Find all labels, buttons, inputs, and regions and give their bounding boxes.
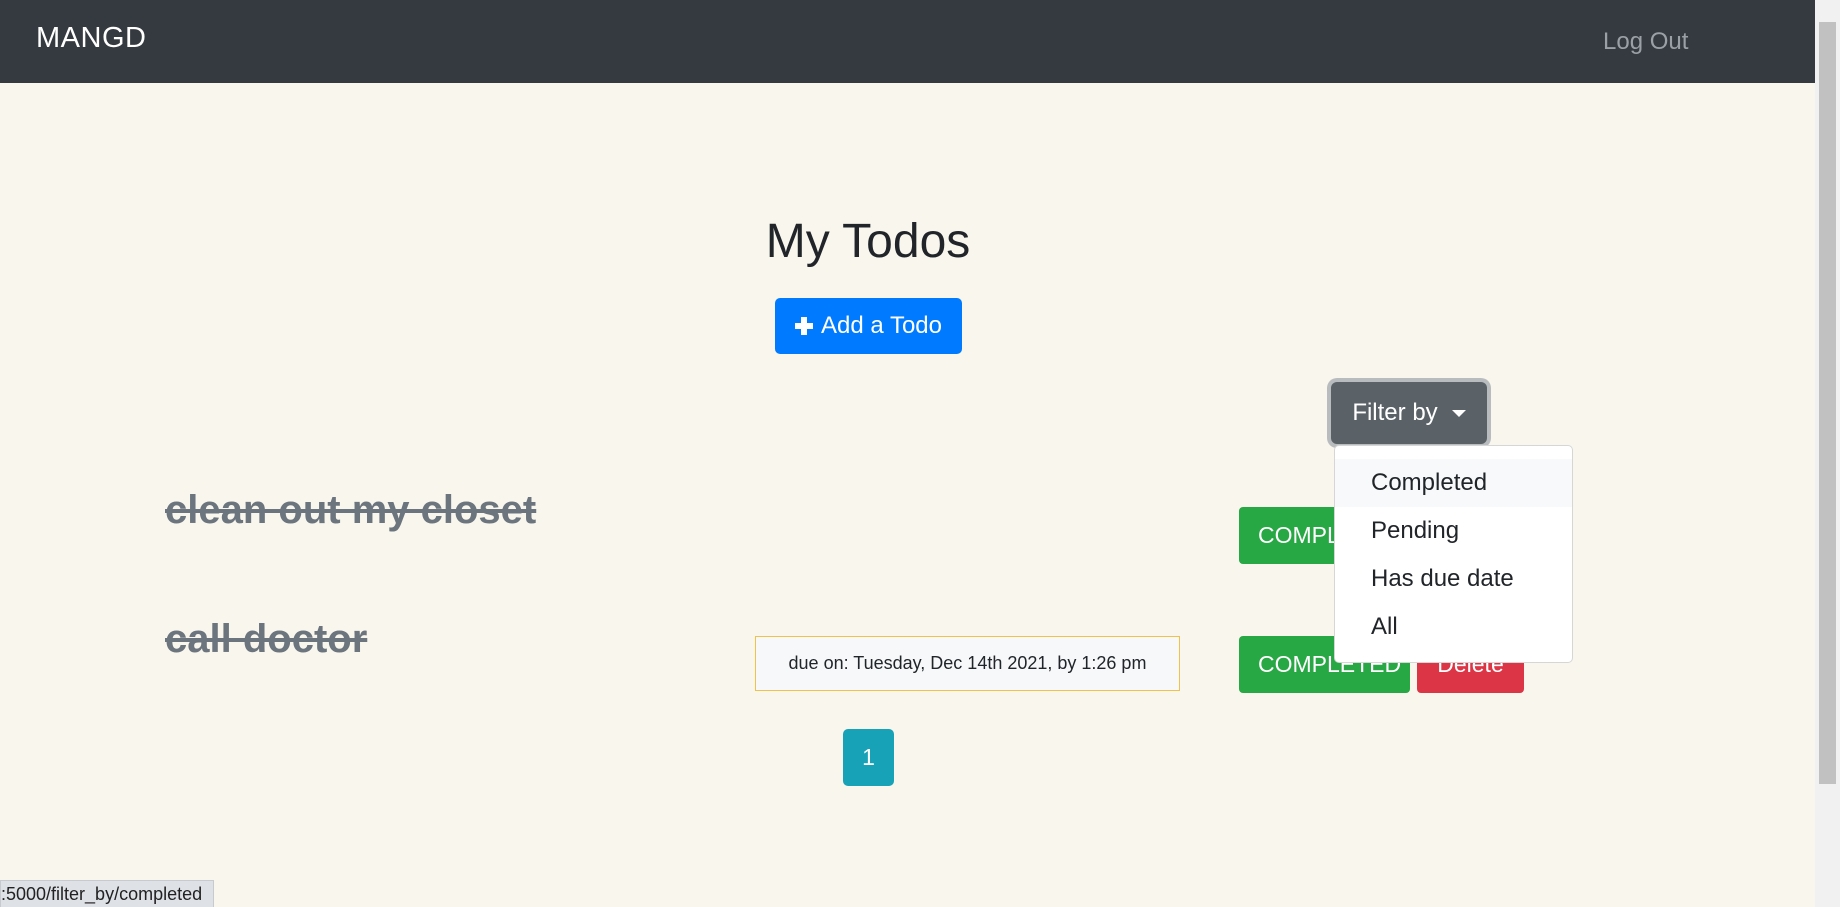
todo-text: clean out my closet — [165, 488, 537, 532]
page: MANGD Log Out My Todos Add a Todo clean … — [0, 0, 1840, 907]
scrollbar[interactable] — [1815, 0, 1840, 907]
todo-text: call doctor — [165, 617, 368, 661]
pagination-page-button[interactable]: 1 — [843, 729, 894, 786]
status-bar-url: :5000/filter_by/completed — [0, 880, 214, 907]
caret-down-icon — [1451, 409, 1466, 417]
navbar: MANGD Log Out — [0, 0, 1815, 83]
add-todo-button[interactable]: Add a Todo — [775, 298, 962, 354]
filter-option-has-due-date[interactable]: Has due date — [1335, 555, 1572, 603]
plus-icon — [795, 317, 813, 335]
filter-option-pending[interactable]: Pending — [1335, 507, 1572, 555]
logout-link[interactable]: Log Out — [1603, 28, 1688, 56]
add-todo-label: Add a Todo — [821, 312, 942, 339]
filter-option-completed[interactable]: Completed — [1335, 459, 1572, 507]
filter-option-all[interactable]: All — [1335, 603, 1572, 651]
scrollbar-thumb[interactable] — [1819, 22, 1836, 784]
filter-label: Filter by — [1352, 399, 1438, 426]
filter-dropdown-menu: Completed Pending Has due date All — [1334, 445, 1573, 663]
due-date-badge: due on: Tuesday, Dec 14th 2021, by 1:26 … — [755, 636, 1180, 691]
brand-logo[interactable]: MANGD — [36, 22, 146, 55]
filter-dropdown-button[interactable]: Filter by — [1331, 382, 1487, 444]
completed-button[interactable]: COMPLETED — [1239, 507, 1339, 564]
page-title: My Todos — [765, 215, 971, 268]
